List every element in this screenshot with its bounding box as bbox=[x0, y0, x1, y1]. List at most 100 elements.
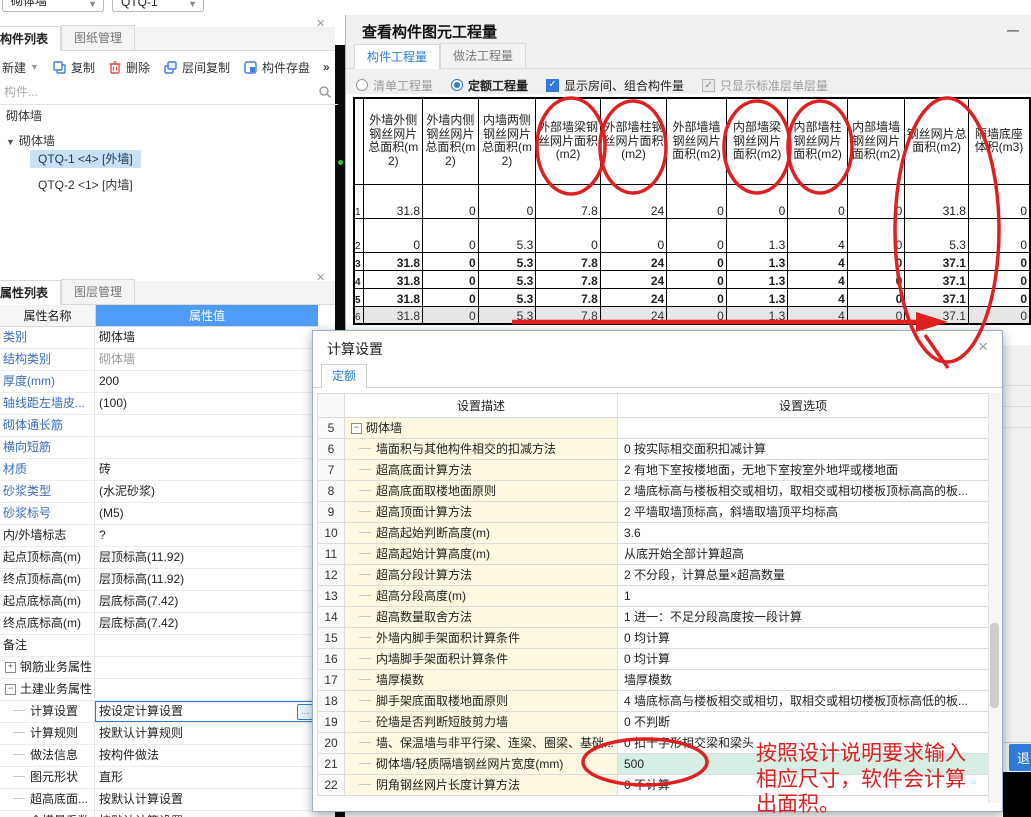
setting-description[interactable]: 超高底面取楼地面原则 bbox=[345, 481, 618, 502]
scrollbar-thumb[interactable] bbox=[990, 623, 999, 708]
settings-scrollbar[interactable] bbox=[988, 393, 1001, 803]
setting-row[interactable]: 5−砌体墙 bbox=[318, 418, 989, 439]
quantity-cell[interactable]: 0 bbox=[423, 218, 479, 252]
table-row[interactable]: 131.8007.824000031.80 bbox=[354, 184, 1030, 218]
radio-quota-quantity[interactable]: 定额工程量 bbox=[451, 77, 528, 94]
tab-quota[interactable]: 定额 bbox=[321, 364, 367, 388]
expand-plus-icon[interactable]: + bbox=[5, 662, 16, 673]
save-component-button[interactable]: 构件存盘 bbox=[243, 59, 310, 76]
component-combobox[interactable]: QTQ-1 ▼ bbox=[112, 0, 204, 12]
tree-item-qtq2[interactable]: QTQ-2 <1> [内墙] bbox=[38, 176, 133, 193]
quantity-cell[interactable]: 0 bbox=[968, 270, 1030, 288]
property-row[interactable]: 内/外墙标志? bbox=[0, 525, 317, 547]
property-row[interactable]: +钢筋业务属性 bbox=[0, 657, 317, 679]
setting-description[interactable]: 内墙脚手架面积计算条件 bbox=[345, 649, 618, 670]
setting-description[interactable]: 砼墙是否判断短肢剪力墙 bbox=[345, 712, 618, 733]
quantity-cell[interactable]: 24 bbox=[600, 252, 666, 270]
quantity-cell[interactable]: 4 bbox=[788, 288, 848, 306]
quantity-cell[interactable]: 0 bbox=[968, 288, 1030, 306]
property-row[interactable]: 厚度(mm)200 bbox=[0, 371, 317, 393]
property-value[interactable]: 层顶标高(11.92) bbox=[95, 569, 317, 590]
property-value[interactable] bbox=[95, 437, 317, 458]
property-row[interactable]: 超高底面...按默认计算设置 bbox=[0, 789, 317, 811]
property-value[interactable] bbox=[95, 657, 317, 678]
property-row[interactable]: 终点底标高(m)层底标高(7.42) bbox=[0, 613, 317, 635]
property-value[interactable]: 直形 bbox=[95, 767, 317, 788]
property-row[interactable]: 图元形状直形 bbox=[0, 767, 317, 789]
setting-row[interactable]: 15外墙内脚手架面积计算条件0 均计算 bbox=[318, 628, 989, 649]
exit-button[interactable]: 退出 bbox=[1009, 744, 1031, 771]
setting-row[interactable]: 16内墙脚手架面积计算条件0 均计算 bbox=[318, 649, 989, 670]
setting-option[interactable]: 500 bbox=[618, 754, 989, 775]
quantity-cell[interactable]: 7.8 bbox=[536, 184, 601, 218]
quantity-cell[interactable]: 0 bbox=[667, 252, 727, 270]
quantity-cell[interactable]: 31.8 bbox=[364, 288, 423, 306]
toolbar-more-button[interactable]: » bbox=[323, 60, 330, 74]
quantity-cell[interactable]: 24 bbox=[600, 184, 666, 218]
property-row[interactable]: 轴线距左墙皮...(100) bbox=[0, 393, 317, 415]
property-value[interactable]: 200 bbox=[95, 371, 317, 392]
quantity-cell[interactable]: 37.1 bbox=[905, 306, 969, 324]
search-input[interactable] bbox=[2, 84, 318, 100]
setting-description[interactable]: 阴角钢丝网片长度计算方法 bbox=[345, 775, 618, 796]
property-row[interactable]: −土建业务属性 bbox=[0, 679, 317, 701]
table-row[interactable]: 331.805.37.82401.34037.10 bbox=[354, 252, 1030, 270]
setting-option[interactable]: 2 墙底标高与楼板相交或相切，取相交或相切楼板顶标高高的板... bbox=[618, 481, 989, 502]
quantity-cell[interactable]: 31.8 bbox=[364, 184, 423, 218]
quantity-cell[interactable]: 37.1 bbox=[905, 270, 969, 288]
setting-option[interactable]: 2 有地下室按楼地面，无地下室按室外地坪或楼地面 bbox=[618, 460, 989, 481]
quantity-cell[interactable]: 0 bbox=[423, 288, 479, 306]
quantity-cell[interactable]: 0 bbox=[847, 218, 905, 252]
tab-component-list[interactable]: 构件列表 bbox=[0, 26, 61, 51]
setting-description[interactable]: 超高分段高度(m) bbox=[345, 586, 618, 607]
quantity-cell[interactable]: 0 bbox=[968, 306, 1030, 324]
property-value[interactable]: (M5) bbox=[95, 503, 317, 524]
tab-drawing-management[interactable]: 图纸管理 bbox=[61, 25, 135, 50]
setting-row[interactable]: 12超高分段计算方法2 不分段，计算总量×超高数量 bbox=[318, 565, 989, 586]
property-value[interactable]: 按设定计算设置… bbox=[95, 701, 317, 722]
setting-option[interactable]: 0 不计算 bbox=[618, 775, 989, 796]
quantity-cell[interactable]: 31.8 bbox=[905, 184, 969, 218]
quantity-cell[interactable]: 5.3 bbox=[478, 306, 536, 324]
property-value[interactable]: 砌体墙 bbox=[95, 349, 317, 370]
quantity-cell[interactable]: 5.3 bbox=[478, 218, 536, 252]
quantity-cell[interactable]: 24 bbox=[600, 306, 666, 324]
quantity-cell[interactable]: 5.3 bbox=[478, 270, 536, 288]
quantity-cell[interactable]: 0 bbox=[667, 288, 727, 306]
tree-root-label[interactable]: 砌体墙 bbox=[6, 107, 42, 124]
setting-description[interactable]: 超高顶面计算方法 bbox=[345, 502, 618, 523]
tab-method-quantity[interactable]: 做法工程量 bbox=[440, 43, 526, 68]
quantity-cell[interactable]: 7.8 bbox=[536, 288, 601, 306]
setting-description[interactable]: 超高起始计算高度(m) bbox=[345, 544, 618, 565]
table-row[interactable]: 531.805.37.82401.34037.10 bbox=[354, 288, 1030, 306]
setting-description[interactable]: 脚手架底面取楼地面原则 bbox=[345, 691, 618, 712]
property-row[interactable]: 起点顶标高(m)层顶标高(11.92) bbox=[0, 547, 317, 569]
quantity-cell[interactable]: 5.3 bbox=[905, 218, 969, 252]
property-value[interactable]: 按构件做法 bbox=[95, 745, 317, 766]
quantity-cell[interactable]: 0 bbox=[423, 252, 479, 270]
setting-option[interactable]: 墙厚模数 bbox=[618, 670, 989, 691]
property-row[interactable]: 起点底标高(m)层底标高(7.42) bbox=[0, 591, 317, 613]
property-row[interactable]: 计算规则按默认计算规则 bbox=[0, 723, 317, 745]
property-row[interactable]: 砌体通长筋 bbox=[0, 415, 317, 437]
setting-description[interactable]: 超高起始判断高度(m) bbox=[345, 523, 618, 544]
quantity-cell[interactable]: 0 bbox=[478, 184, 536, 218]
quantity-cell[interactable]: 7.8 bbox=[536, 270, 601, 288]
quantity-cell[interactable]: 5.3 bbox=[478, 288, 536, 306]
property-value[interactable]: (水泥砂浆) bbox=[95, 481, 317, 502]
setting-row[interactable]: 20墙、保温墙与非平行梁、连梁、圈梁、基础...0 扣十字形相交梁和梁头 bbox=[318, 733, 989, 754]
new-button[interactable]: 新建 ▼ bbox=[2, 59, 39, 76]
quantity-cell[interactable]: 0 bbox=[726, 184, 788, 218]
property-row[interactable]: 材质砖 bbox=[0, 459, 317, 481]
table-row[interactable]: 2005.30001.3405.30 bbox=[354, 218, 1030, 252]
setting-row[interactable]: 21砌体墙/轻质隔墙钢丝网片宽度(mm)500 bbox=[318, 754, 989, 775]
category-combobox[interactable]: 砌体墙 ▼ bbox=[2, 0, 104, 12]
property-row[interactable]: 含模量系数按默认计算设置 bbox=[0, 811, 317, 817]
property-value[interactable] bbox=[95, 635, 317, 656]
quantity-cell[interactable]: 4 bbox=[788, 270, 848, 288]
quantity-cell[interactable]: 1.3 bbox=[726, 252, 788, 270]
quantity-cell[interactable]: 0 bbox=[847, 270, 905, 288]
setting-option[interactable]: 0 按实际相交面积扣减计算 bbox=[618, 439, 989, 460]
setting-row[interactable]: 7超高底面计算方法2 有地下室按楼地面，无地下室按室外地坪或楼地面 bbox=[318, 460, 989, 481]
table-row[interactable]: 631.805.37.82401.34037.10 bbox=[354, 306, 1030, 324]
